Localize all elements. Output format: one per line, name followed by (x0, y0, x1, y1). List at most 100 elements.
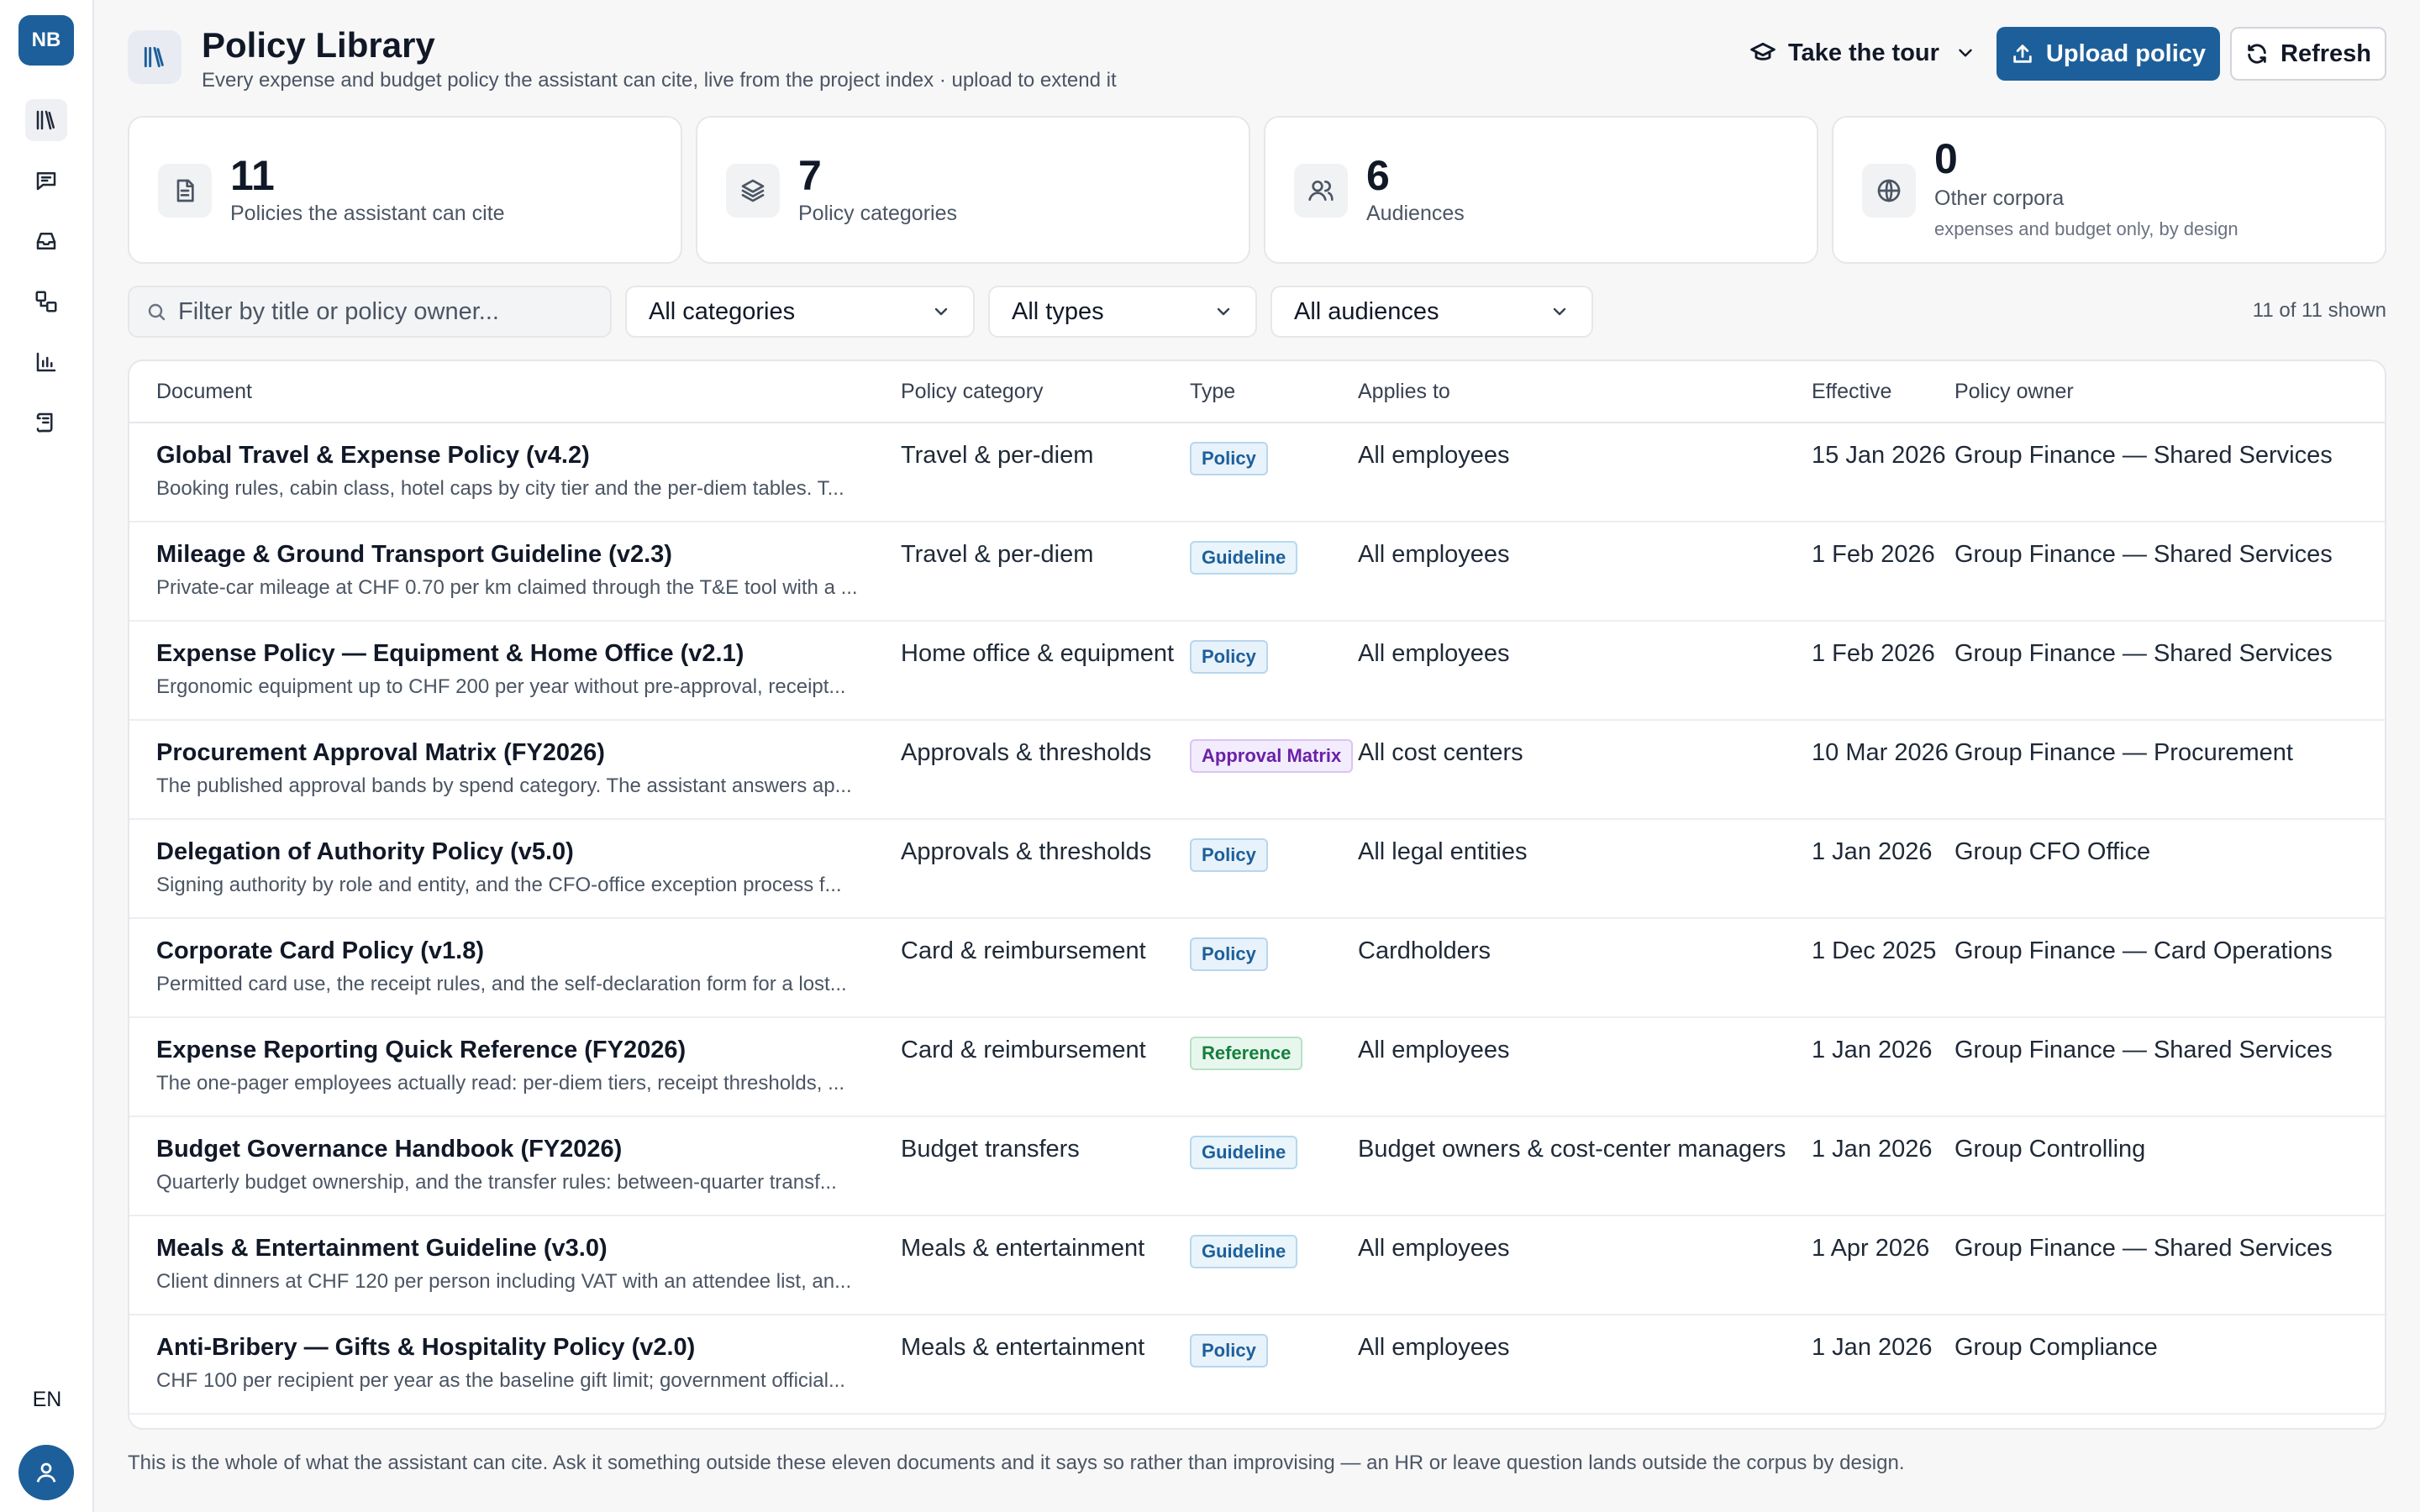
type-badge: Reference (1190, 1037, 1303, 1070)
upload-policy-label: Upload policy (2045, 39, 2207, 67)
page-subtitle: Every expense and budget policy the assi… (202, 69, 1117, 92)
applies-to: All employees (1358, 1037, 1510, 1063)
type-badge: Guideline (1190, 1235, 1298, 1268)
stat-value: 0 (1934, 135, 1958, 182)
document-title[interactable]: Mileage & Ground Transport Guideline (v2… (156, 541, 672, 569)
policy-category: Meals & entertainment (901, 1235, 1145, 1262)
policy-owner: Group Finance — Shared Services (1954, 541, 2333, 568)
chevron-down-icon (1217, 307, 1230, 316)
policy-table: Document Policy category Type Applies to… (128, 360, 2386, 1430)
document-title[interactable]: Anti-Bribery — Gifts & Hospitality Polic… (156, 1334, 695, 1362)
document-title[interactable]: Procurement Approval Matrix (FY2026) (156, 739, 605, 767)
refresh-label: Refresh (2281, 39, 2371, 67)
page-title: Policy Library (202, 25, 435, 65)
policy-category: Approvals & thresholds (901, 838, 1152, 865)
policy-owner: Group Finance — Card Operations (1954, 937, 2333, 964)
library-icon[interactable] (25, 99, 67, 141)
policy-owner: Group Finance — Shared Services (1954, 640, 2333, 667)
document-description: Booking rules, cabin class, hotel caps b… (156, 477, 844, 500)
document-description: Ergonomic equipment up to CHF 200 per ye… (156, 675, 846, 698)
document-title[interactable]: Meals & Entertainment Guideline (v3.0) (156, 1235, 608, 1263)
table-row[interactable]: Meals & Entertainment Guideline (v3.0) C… (129, 1216, 2385, 1315)
table-row[interactable]: Budget Governance Handbook (FY2026) Quar… (129, 1117, 2385, 1216)
document-title[interactable]: Expense Reporting Quick Reference (FY202… (156, 1037, 686, 1064)
search-field[interactable] (128, 286, 612, 338)
take-tour-button[interactable]: Take the tour (1739, 25, 1983, 81)
scroll-icon[interactable] (25, 402, 67, 444)
type-badge: Guideline (1190, 1136, 1298, 1169)
user-icon (36, 1462, 56, 1483)
refresh-icon (2248, 44, 2266, 64)
effective-date: 1 Jan 2026 (1812, 1136, 1933, 1163)
avatar[interactable] (18, 1445, 74, 1500)
applies-to: All employees (1358, 1334, 1510, 1361)
document-title[interactable]: Budget Governance Handbook (FY2026) (156, 1136, 622, 1163)
document-title[interactable]: Delegation of Authority Policy (v5.0) (156, 838, 574, 866)
refresh-button[interactable]: Refresh (2230, 27, 2386, 81)
stat-value: 7 (798, 152, 822, 199)
column-header[interactable]: Applies to (1358, 380, 1450, 404)
type-badge: Approval Matrix (1190, 739, 1354, 773)
type-badge: Policy (1190, 937, 1268, 971)
graduation-cap-icon (1750, 42, 1776, 60)
column-header[interactable]: Policy category (901, 380, 1044, 404)
type-badge: Policy (1190, 442, 1268, 475)
stat-value: 6 (1366, 152, 1390, 199)
search-input[interactable] (178, 297, 598, 326)
policy-owner: Group Finance — Shared Services (1954, 1037, 2333, 1063)
chevron-down-icon (1553, 307, 1566, 316)
type-badge: Guideline (1190, 541, 1298, 575)
table-row[interactable]: Mileage & Ground Transport Guideline (v2… (129, 522, 2385, 622)
chevron-down-icon (1959, 49, 1972, 57)
document-title[interactable]: Global Travel & Expense Policy (v4.2) (156, 442, 590, 470)
workflow-icon[interactable] (25, 281, 67, 323)
policy-category: Approvals & thresholds (901, 739, 1152, 766)
bar-chart-icon[interactable] (25, 341, 67, 383)
applies-to: All employees (1358, 640, 1510, 667)
language-switch[interactable]: EN (0, 1388, 94, 1412)
table-header: Document Policy category Type Applies to… (129, 361, 2385, 423)
policy-owner: Group Finance — Shared Services (1954, 442, 2333, 469)
column-header[interactable]: Effective (1812, 380, 1891, 404)
chat-icon[interactable] (25, 160, 67, 202)
column-header[interactable]: Policy owner (1954, 380, 2074, 404)
category-select-value: All categories (649, 297, 796, 325)
effective-date: 1 Feb 2026 (1812, 541, 1935, 568)
policy-category: Budget transfers (901, 1136, 1080, 1163)
category-select[interactable]: All categories (625, 286, 975, 338)
policy-owner: Group Finance — Procurement (1954, 739, 2293, 766)
document-title[interactable]: Corporate Card Policy (v1.8) (156, 937, 484, 965)
stat-label: Policies the assistant can cite (230, 202, 505, 225)
effective-date: 10 Mar 2026 (1812, 739, 1949, 766)
audience-select[interactable]: All audiences (1270, 286, 1593, 338)
sidebar: NB EN (0, 0, 94, 1512)
inbox-icon[interactable] (25, 220, 67, 262)
policy-category: Card & reimbursement (901, 1037, 1146, 1063)
stat-note: expenses and budget only, by design (1934, 218, 2238, 239)
table-row[interactable]: Expense Reporting Quick Reference (FY202… (129, 1018, 2385, 1117)
upload-icon (2013, 45, 2032, 63)
policy-owner: Group Compliance (1954, 1334, 2158, 1361)
applies-to: Budget owners & cost-center managers (1358, 1136, 1786, 1163)
type-select[interactable]: All types (988, 286, 1257, 338)
applies-to: All legal entities (1358, 838, 1528, 865)
effective-date: 1 Jan 2026 (1812, 838, 1933, 865)
upload-policy-button[interactable]: Upload policy (1996, 27, 2220, 81)
column-header[interactable]: Type (1190, 380, 1235, 404)
workspace-badge[interactable]: NB (18, 15, 74, 66)
policy-category: Card & reimbursement (901, 937, 1146, 964)
document-title[interactable]: Expense Policy — Equipment & Home Office… (156, 640, 744, 668)
library-icon (128, 30, 182, 84)
table-row[interactable]: Delegation of Authority Policy (v5.0) Si… (129, 820, 2385, 919)
stat-label: Policy categories (798, 202, 957, 225)
table-row[interactable]: Global Travel & Expense Policy (v4.2) Bo… (129, 423, 2385, 522)
column-header[interactable]: Document (156, 380, 252, 404)
stat-card-categories: 7 Policy categories (696, 116, 1250, 264)
document-icon (158, 164, 212, 218)
table-row[interactable]: Corporate Card Policy (v1.8) Permitted c… (129, 919, 2385, 1018)
table-row[interactable]: Expense Policy — Equipment & Home Office… (129, 622, 2385, 721)
table-row[interactable]: Procurement Approval Matrix (FY2026) The… (129, 721, 2385, 820)
effective-date: 1 Dec 2025 (1812, 937, 1937, 964)
policy-category: Home office & equipment (901, 640, 1175, 667)
table-row[interactable]: Anti-Bribery — Gifts & Hospitality Polic… (129, 1315, 2385, 1415)
